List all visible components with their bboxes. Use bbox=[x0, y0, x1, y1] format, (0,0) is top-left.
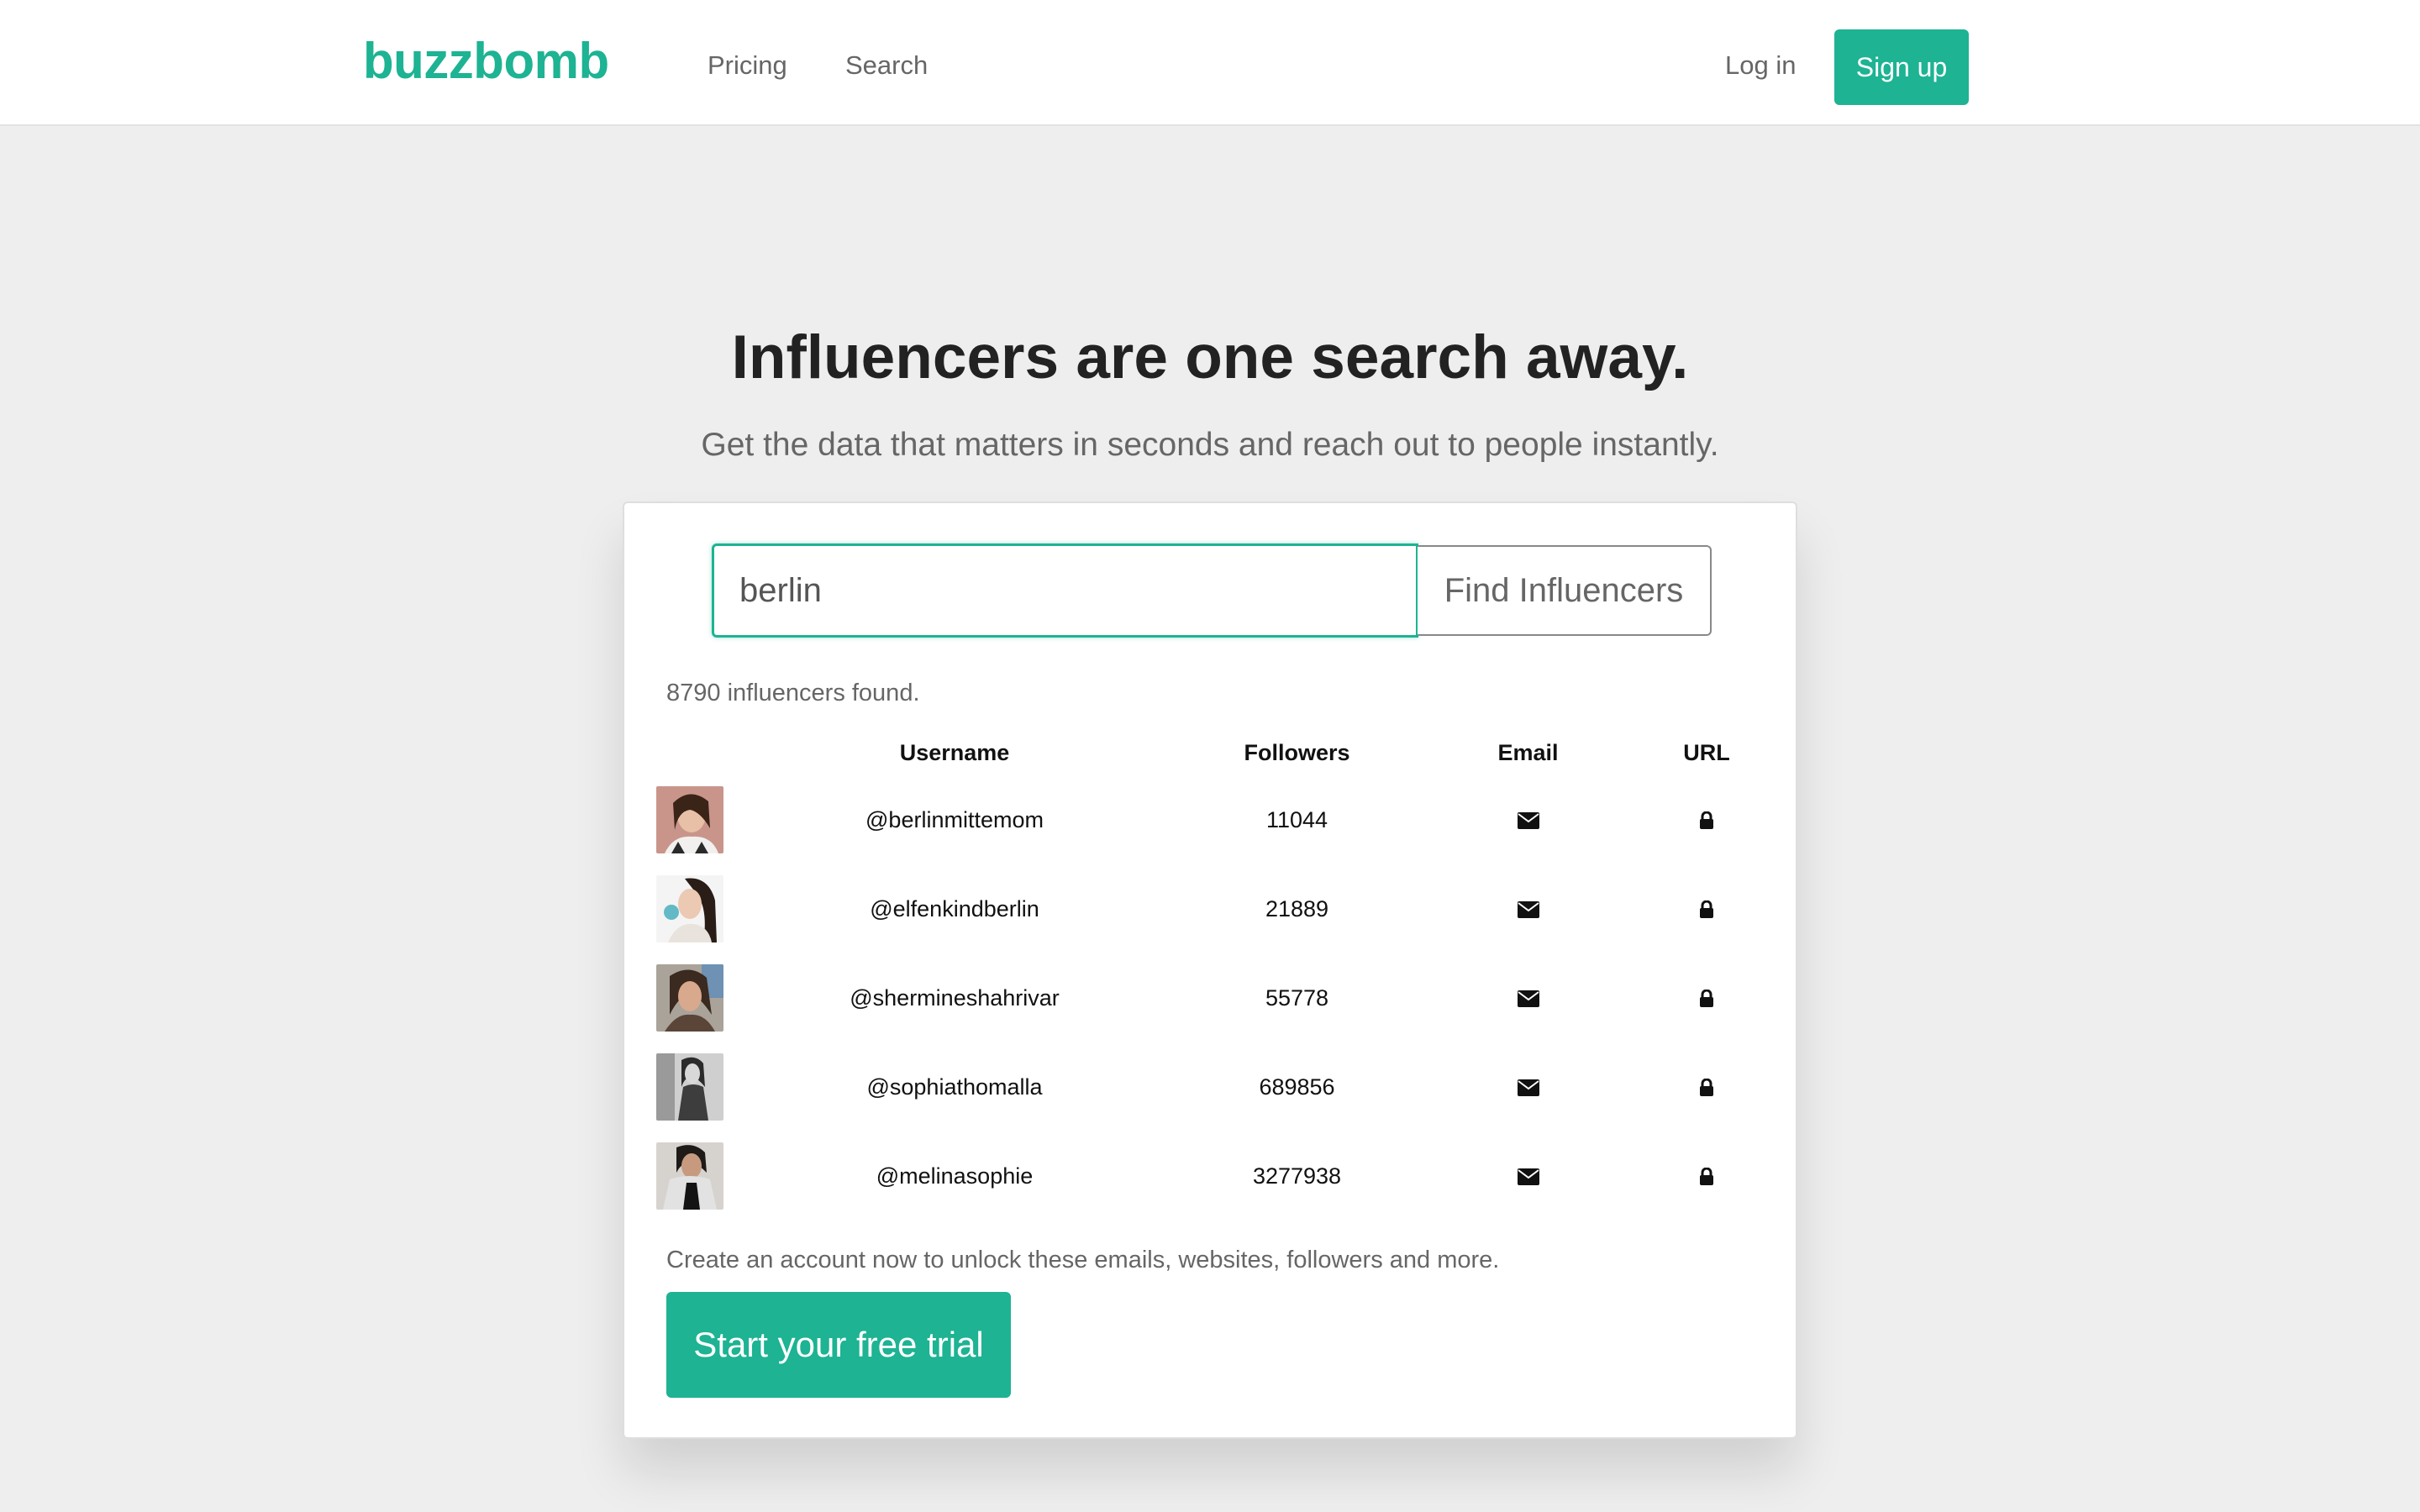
username-cell[interactable]: @berlinmittemom bbox=[723, 775, 1186, 864]
table-row: @shermineshahrivar 55778 bbox=[656, 953, 1765, 1042]
nav-link-pricing[interactable]: Pricing bbox=[708, 50, 787, 81]
nav-link-search[interactable]: Search bbox=[845, 50, 928, 81]
search-input[interactable] bbox=[712, 543, 1418, 638]
email-cell[interactable] bbox=[1408, 864, 1648, 953]
results-count: 8790 influencers found. bbox=[666, 680, 920, 706]
envelope-icon bbox=[1517, 812, 1539, 830]
hero-title: Influencers are one search away. bbox=[731, 323, 1689, 391]
results-table: Username Followers Email URL @berlinmitt… bbox=[656, 730, 1765, 1221]
brand-logo[interactable]: buzzbomb bbox=[363, 32, 609, 90]
envelope-icon bbox=[1517, 1079, 1539, 1097]
followers-cell: 689856 bbox=[1259, 1074, 1335, 1100]
header-avatar bbox=[656, 730, 723, 775]
username-cell[interactable]: @melinasophie bbox=[723, 1131, 1186, 1221]
email-cell[interactable] bbox=[1408, 1131, 1648, 1221]
followers-cell: 21889 bbox=[1265, 895, 1329, 921]
avatar-cell bbox=[656, 1042, 723, 1131]
username-cell[interactable]: @sophiathomalla bbox=[723, 1042, 1186, 1131]
lock-icon bbox=[1700, 990, 1713, 1008]
followers-cell: 3277938 bbox=[1252, 1163, 1342, 1189]
avatar-cell bbox=[656, 953, 723, 1042]
url-cell[interactable] bbox=[1648, 775, 1765, 864]
search-card: Find Influencers 8790 influencers found.… bbox=[623, 501, 1797, 1439]
find-influencers-button[interactable]: Find Influencers bbox=[1418, 545, 1712, 636]
username-cell[interactable]: @shermineshahrivar bbox=[723, 953, 1186, 1042]
lock-icon bbox=[1700, 1079, 1713, 1097]
avatar[interactable] bbox=[656, 1142, 723, 1210]
followers-cell: 55778 bbox=[1265, 984, 1329, 1011]
avatar-cell bbox=[656, 864, 723, 953]
avatar[interactable] bbox=[656, 786, 723, 853]
table-row: @elfenkindberlin 21889 bbox=[656, 864, 1765, 953]
avatar[interactable] bbox=[656, 1053, 723, 1121]
email-cell[interactable] bbox=[1408, 953, 1648, 1042]
unlock-message: Create an account now to unlock these em… bbox=[666, 1247, 1500, 1273]
table-row: @berlinmittemom 11044 bbox=[656, 775, 1765, 864]
lock-icon bbox=[1700, 900, 1713, 919]
signup-button[interactable]: Sign up bbox=[1834, 29, 1969, 105]
table-row: @sophiathomalla 689856 bbox=[656, 1042, 1765, 1131]
envelope-icon bbox=[1517, 901, 1539, 919]
envelope-icon bbox=[1517, 1168, 1539, 1186]
table-header-row: Username Followers Email URL bbox=[656, 730, 1765, 775]
followers-cell: 11044 bbox=[1265, 806, 1328, 832]
url-cell[interactable] bbox=[1648, 953, 1765, 1042]
table-row: @melinasophie 3277938 bbox=[656, 1131, 1765, 1221]
avatar-cell bbox=[656, 1131, 723, 1221]
login-link[interactable]: Log in bbox=[1725, 50, 1796, 81]
url-cell[interactable] bbox=[1648, 1042, 1765, 1131]
envelope-icon bbox=[1517, 990, 1539, 1008]
header-username[interactable]: Username bbox=[723, 730, 1186, 775]
avatar[interactable] bbox=[656, 875, 723, 942]
avatar-cell bbox=[656, 775, 723, 864]
email-cell[interactable] bbox=[1408, 1042, 1648, 1131]
url-cell[interactable] bbox=[1648, 1131, 1765, 1221]
avatar[interactable] bbox=[656, 964, 723, 1032]
top-navbar: buzzbomb Pricing Search Log in Sign up bbox=[0, 0, 2420, 126]
url-cell[interactable] bbox=[1648, 864, 1765, 953]
lock-icon bbox=[1700, 1168, 1713, 1186]
username-cell[interactable]: @elfenkindberlin bbox=[723, 864, 1186, 953]
lock-icon bbox=[1700, 811, 1713, 830]
header-email[interactable]: Email bbox=[1408, 730, 1648, 775]
header-url[interactable]: URL bbox=[1648, 730, 1765, 775]
header-followers[interactable]: Followers bbox=[1186, 730, 1408, 775]
email-cell[interactable] bbox=[1408, 775, 1648, 864]
start-free-trial-button[interactable]: Start your free trial bbox=[666, 1292, 1011, 1398]
hero-subtitle: Get the data that matters in seconds and… bbox=[701, 427, 1719, 463]
